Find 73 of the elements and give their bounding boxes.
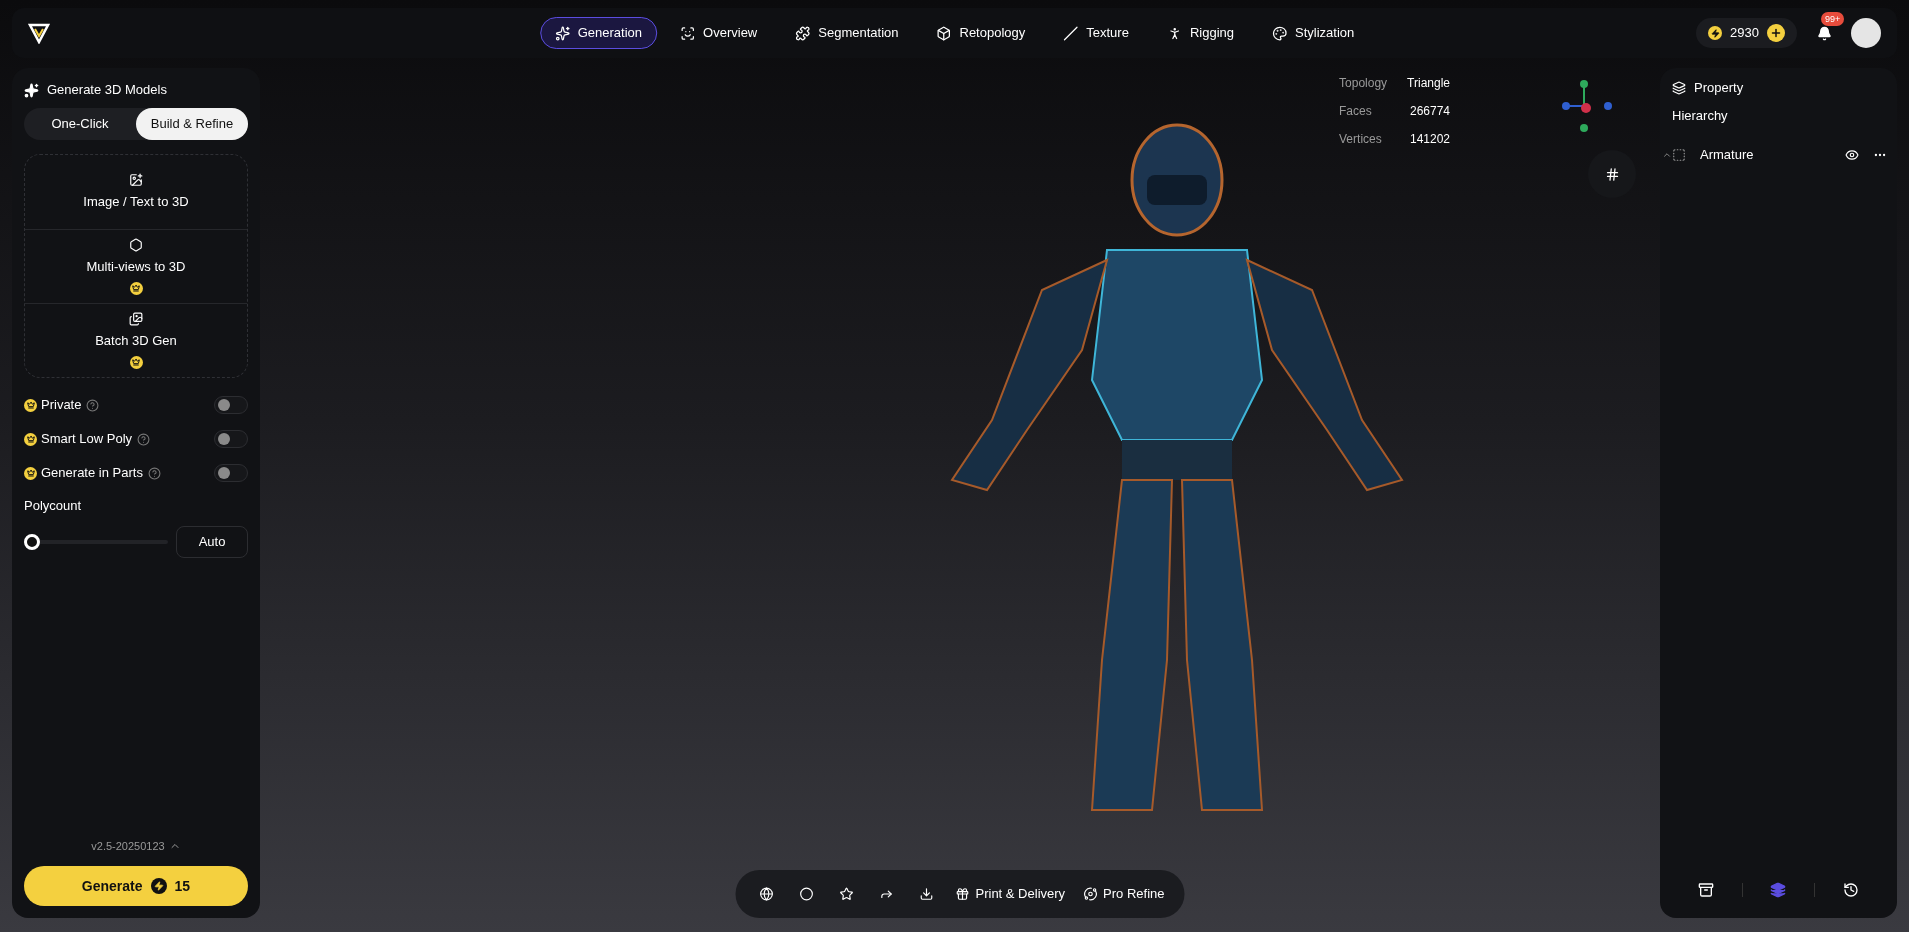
hierarchy-label: Armature [1700, 145, 1754, 164]
method-label: Image / Text to 3D [83, 192, 189, 211]
toggle-switch[interactable] [214, 430, 248, 448]
scan-icon [680, 25, 696, 41]
version-label: v2.5-20250123 [91, 838, 165, 854]
stat-label: Vertices [1339, 131, 1383, 148]
option-label: Smart Low Poly [41, 430, 133, 449]
image-icon [129, 172, 143, 187]
nav-tab[interactable]: Overview [665, 17, 773, 49]
toggle-switch[interactable] [214, 464, 248, 482]
nav-tab[interactable]: Texture [1048, 17, 1144, 49]
toolbar-button[interactable]: Print & Delivery [949, 877, 1072, 911]
section-label: Hierarchy [1671, 107, 1729, 125]
polycount-slider[interactable] [24, 533, 168, 550]
hierarchy-row[interactable]: Armature [1660, 141, 1897, 168]
bolt-icon [150, 878, 167, 894]
share-icon [879, 887, 894, 901]
archive-icon [1698, 882, 1715, 898]
panel-title: Property [1694, 79, 1744, 98]
notification-badge: 99+ [1821, 12, 1845, 26]
images-icon [129, 312, 143, 327]
polycount-field[interactable]: Auto [176, 525, 248, 558]
help-icon[interactable] [137, 432, 151, 446]
eye-icon[interactable] [1845, 147, 1859, 162]
nav-tab[interactable]: Rigging [1151, 17, 1249, 49]
method-option[interactable]: Image / Text to 3D [25, 155, 247, 229]
nav-tab[interactable]: Retopology [921, 17, 1041, 49]
gift-icon [955, 887, 970, 901]
stat-label: Faces [1339, 103, 1373, 120]
bell-icon[interactable] [1816, 25, 1832, 41]
nav-tab[interactable]: Generation [539, 17, 658, 49]
panel-title: Generate 3D Models [47, 81, 167, 100]
generate-button[interactable]: Generate 15 [24, 866, 248, 906]
method-option[interactable]: Multi-views to 3D [25, 229, 247, 303]
mode-tab[interactable]: Build & Refine [136, 108, 248, 140]
option-label: Generate in Parts [41, 464, 143, 483]
option-label: Private [41, 396, 82, 415]
layers-icon [1770, 882, 1787, 898]
method-label: Batch 3D Gen [95, 332, 177, 351]
slider-thumb[interactable] [24, 533, 40, 550]
stat-label: Topology [1339, 75, 1388, 92]
sparkles-icon [24, 82, 39, 98]
credits-pill[interactable]: 2930 [1696, 18, 1797, 48]
toggle-switch[interactable] [214, 396, 248, 414]
method-label: Multi-views to 3D [86, 258, 186, 277]
stat-value: 266774 [1408, 103, 1450, 120]
help-icon[interactable] [147, 466, 161, 480]
grid-icon [1604, 166, 1620, 182]
history-icon [1842, 882, 1859, 898]
globe-icon [759, 887, 774, 901]
nav-tab[interactable]: Stylization [1257, 17, 1370, 49]
layers-icon [1672, 81, 1686, 95]
logo-icon [28, 22, 50, 44]
circle-icon [799, 887, 814, 901]
star-icon [839, 887, 854, 901]
avatar[interactable] [1851, 18, 1881, 48]
add-credits-button[interactable] [1767, 24, 1785, 42]
credits-count: 2930 [1730, 24, 1759, 43]
mode-tab[interactable]: One-Click [24, 108, 136, 140]
method-option[interactable]: Batch 3D Gen [25, 303, 247, 377]
palette-icon [1272, 25, 1287, 41]
download-icon [919, 887, 934, 901]
planet-icon [1083, 887, 1098, 901]
stat-value: Triangle [1407, 75, 1450, 92]
toolbar-button[interactable]: Pro Refine [1077, 877, 1171, 911]
nav-tab[interactable]: Segmentation [780, 17, 914, 49]
polycount-label: Polycount [24, 497, 83, 515]
plus-icon [1770, 27, 1782, 39]
coin-icon [1708, 26, 1723, 40]
sparkles-icon [554, 25, 570, 41]
help-icon[interactable] [86, 398, 100, 412]
puzzle-icon [795, 25, 811, 41]
stat-value: 141202 [1408, 131, 1450, 148]
